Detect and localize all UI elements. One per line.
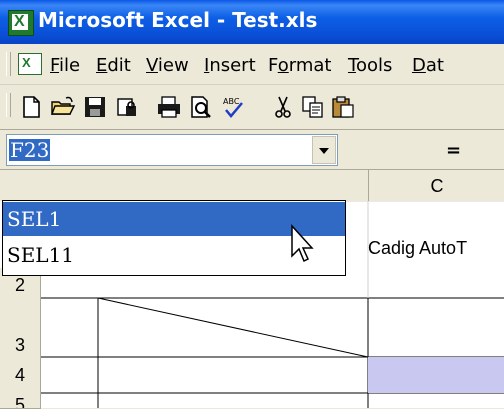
spelling-icon[interactable]: ABC	[220, 94, 246, 120]
open-icon[interactable]	[50, 94, 76, 120]
column-header-c[interactable]: C	[368, 170, 504, 202]
mouse-pointer-icon	[291, 224, 314, 263]
formula-bar: F23 =	[0, 129, 504, 170]
menu-file[interactable]: File	[50, 55, 80, 76]
menu-insert[interactable]: Insert	[204, 55, 256, 76]
menu-format[interactable]: Format	[268, 55, 331, 76]
new-icon[interactable]	[18, 94, 44, 120]
row-header-4[interactable]: 4	[0, 357, 41, 394]
window-title: Microsoft Excel - Test.xls	[38, 8, 318, 32]
cell-c1-text[interactable]: Cadig AutoT	[368, 238, 467, 259]
name-box[interactable]: F23	[6, 134, 338, 166]
row-header-3[interactable]: 3	[0, 298, 41, 358]
row-header-5[interactable]: 5	[0, 393, 41, 409]
cut-icon[interactable]	[270, 94, 296, 120]
workbook-control-icon[interactable]	[18, 53, 42, 75]
name-box-dropdown-button[interactable]	[312, 136, 336, 164]
standard-toolbar: ABC	[0, 85, 504, 129]
highlighted-cell	[368, 357, 504, 393]
copy-icon[interactable]	[300, 94, 326, 120]
excel-app-icon[interactable]: X	[8, 10, 34, 36]
save-icon[interactable]	[82, 94, 108, 120]
formula-equals-sign[interactable]: =	[446, 140, 461, 161]
title-bar: X Microsoft Excel - Test.xls	[0, 0, 504, 44]
svg-text:ABC: ABC	[223, 97, 240, 106]
menubar-grip[interactable]	[6, 52, 11, 76]
name-box-value[interactable]: F23	[9, 139, 51, 161]
paste-icon[interactable]	[330, 94, 356, 120]
permission-icon[interactable]	[114, 94, 140, 120]
print-preview-icon[interactable]	[188, 94, 214, 120]
column-header-row: C	[0, 169, 504, 203]
menu-data[interactable]: Dat	[412, 55, 444, 76]
print-icon[interactable]	[156, 94, 182, 120]
menu-tools[interactable]: Tools	[348, 55, 392, 76]
toolbar-grip[interactable]	[6, 93, 11, 117]
menu-bar: File Edit View Insert Format Tools Dat	[0, 44, 504, 85]
menu-edit[interactable]: Edit	[96, 55, 131, 76]
menu-view[interactable]: View	[146, 55, 189, 76]
